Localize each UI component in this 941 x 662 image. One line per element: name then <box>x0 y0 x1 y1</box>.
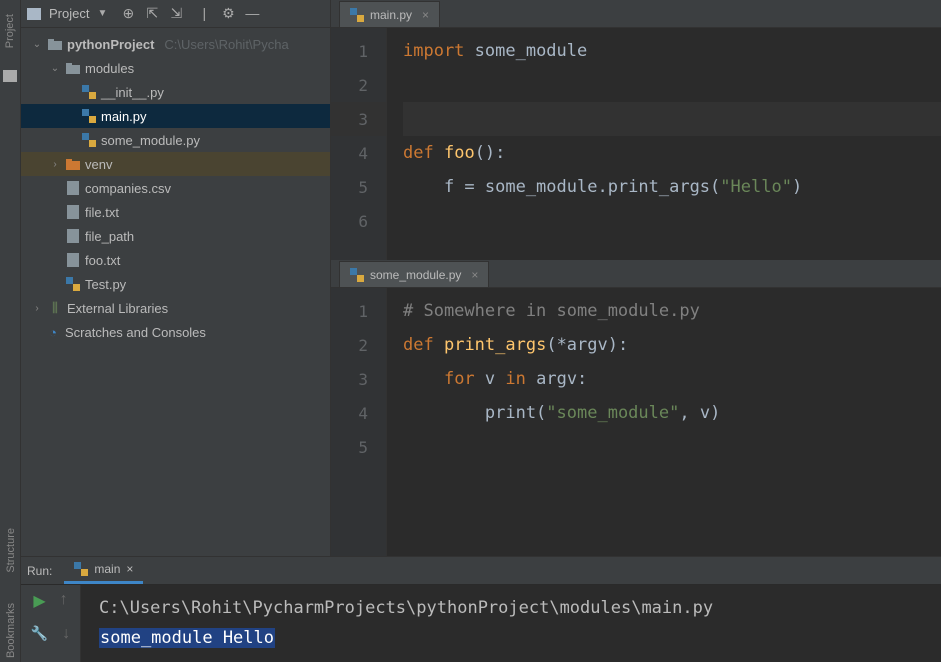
python-file-icon <box>350 268 364 282</box>
collapse-all-icon[interactable]: ⇲ <box>169 5 183 22</box>
run-tab-main[interactable]: main × <box>64 558 143 584</box>
editor-tab-bar-bottom: some_module.py × <box>331 260 941 288</box>
rerun-icon[interactable]: ▶ <box>33 591 45 611</box>
tree-file-foo-txt[interactable]: foo.txt <box>21 248 330 272</box>
python-file-icon <box>82 133 96 147</box>
tree-venv-folder[interactable]: › venv <box>21 152 330 176</box>
run-label: Run: <box>27 564 52 578</box>
close-icon[interactable]: × <box>471 268 478 282</box>
tree-file-file-txt[interactable]: file.txt <box>21 200 330 224</box>
hide-icon[interactable]: — <box>245 5 259 22</box>
python-file-icon <box>66 277 80 291</box>
up-arrow-icon[interactable]: ↑ <box>60 591 68 611</box>
tree-modules-folder[interactable]: ⌄ modules <box>21 56 330 80</box>
sidebar-title[interactable]: Project <box>49 6 89 21</box>
tab-main-py[interactable]: main.py × <box>339 1 440 27</box>
locate-icon[interactable]: ⊕ <box>121 5 135 22</box>
run-command-line: C:\Users\Rohit\PycharmProjects\pythonPro… <box>99 593 923 623</box>
project-name: pythonProject <box>67 37 154 52</box>
down-arrow-icon[interactable]: ↓ <box>62 625 70 643</box>
chevron-down-icon[interactable]: ▼ <box>97 8 107 19</box>
project-sidebar: Project ▼ ⊕ ⇱ ⇲ | ⚙ — ⌄ pythonProject C <box>21 0 331 556</box>
folder-icon <box>66 63 80 74</box>
tree-file-test-py[interactable]: Test.py <box>21 272 330 296</box>
python-file-icon <box>82 109 96 123</box>
project-path-hint: C:\Users\Rohit\Pycha <box>164 37 288 52</box>
text-file-icon <box>67 229 79 243</box>
code-main[interactable]: import some_module def foo(): f = some_m… <box>387 28 941 260</box>
run-toolbar: ▶ ↑ 🔧 ↓ <box>21 585 81 662</box>
run-tab-bar: Run: main × <box>21 557 941 585</box>
close-icon[interactable]: × <box>422 8 429 22</box>
sidebar-header: Project ▼ ⊕ ⇱ ⇲ | ⚙ — <box>21 0 330 28</box>
gutter-main: 1 2 3 4 5 6 <box>331 28 387 260</box>
expand-all-icon[interactable]: ⇱ <box>145 5 159 22</box>
gear-icon[interactable]: ⚙ <box>221 5 235 22</box>
rail-structure-label[interactable]: Structure <box>5 528 17 573</box>
run-output[interactable]: C:\Users\Rohit\PycharmProjects\pythonPro… <box>81 585 941 662</box>
folder-icon <box>48 39 62 50</box>
editor-area: main.py × 1 2 3 4 5 6 import some_module <box>331 0 941 556</box>
library-icon: ⫼ <box>47 300 63 316</box>
python-file-icon <box>350 8 364 22</box>
tree-file-init[interactable]: __init__.py <box>21 80 330 104</box>
tree-project-root[interactable]: ⌄ pythonProject C:\Users\Rohit\Pycha <box>21 32 330 56</box>
tree-scratches[interactable]: ◔ Scratches and Consoles <box>21 320 330 344</box>
editor-some-module[interactable]: 1 2 3 4 5 # Somewhere in some_module.py … <box>331 288 941 556</box>
editor-tab-bar-top: main.py × <box>331 0 941 28</box>
text-file-icon <box>67 205 79 219</box>
wrench-icon[interactable]: 🔧 <box>31 625 48 643</box>
tree-file-file-path[interactable]: file_path <box>21 224 330 248</box>
run-panel: Run: main × ▶ ↑ 🔧 ↓ C:\Users\Rohit\Pycha… <box>21 556 941 662</box>
project-tree: ⌄ pythonProject C:\Users\Rohit\Pycha ⌄ m… <box>21 28 330 556</box>
gutter-some-module: 1 2 3 4 5 <box>331 288 387 556</box>
tree-file-companies[interactable]: companies.csv <box>21 176 330 200</box>
tab-some-module-py[interactable]: some_module.py × <box>339 261 489 287</box>
text-file-icon <box>67 253 79 267</box>
folder-stack-icon[interactable] <box>3 70 17 82</box>
rail-project-label[interactable]: Project <box>4 14 16 48</box>
folder-icon <box>66 159 80 170</box>
scratches-icon: ◔ <box>45 325 61 340</box>
python-file-icon <box>74 562 88 576</box>
run-output-line: some_module Hello <box>99 628 275 648</box>
python-file-icon <box>82 85 96 99</box>
tree-file-main[interactable]: main.py <box>21 104 330 128</box>
code-some-module[interactable]: # Somewhere in some_module.py def print_… <box>387 288 941 556</box>
project-icon <box>27 8 41 20</box>
left-bottom-rail: Bookmarks Structure <box>0 482 21 662</box>
text-file-icon <box>67 181 79 195</box>
tree-file-some-module[interactable]: some_module.py <box>21 128 330 152</box>
rail-bookmarks-label[interactable]: Bookmarks <box>5 603 17 658</box>
close-icon[interactable]: × <box>126 562 133 576</box>
tree-external-libraries[interactable]: › ⫼ External Libraries <box>21 296 330 320</box>
editor-main[interactable]: 1 2 3 4 5 6 import some_module def foo()… <box>331 28 941 260</box>
